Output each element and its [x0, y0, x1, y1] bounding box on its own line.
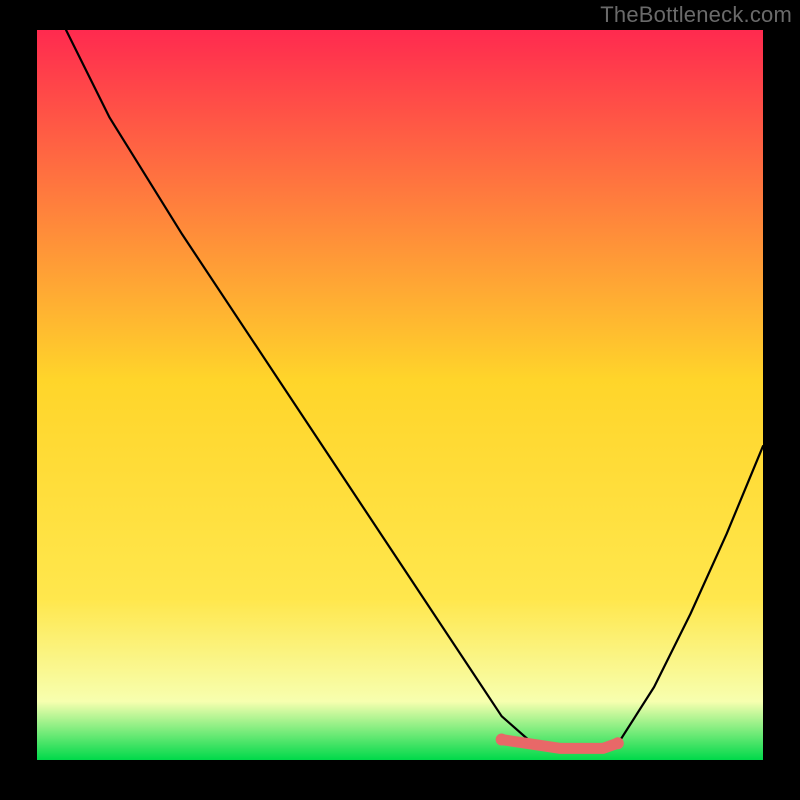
gradient-background: [37, 30, 763, 760]
highlight-endpoint-right: [612, 737, 624, 749]
chart-frame: TheBottleneck.com: [0, 0, 800, 800]
plot-area: [37, 30, 763, 760]
watermark-text: TheBottleneck.com: [600, 2, 792, 28]
highlight-endpoint-left: [496, 734, 508, 746]
plot-svg: [37, 30, 763, 760]
